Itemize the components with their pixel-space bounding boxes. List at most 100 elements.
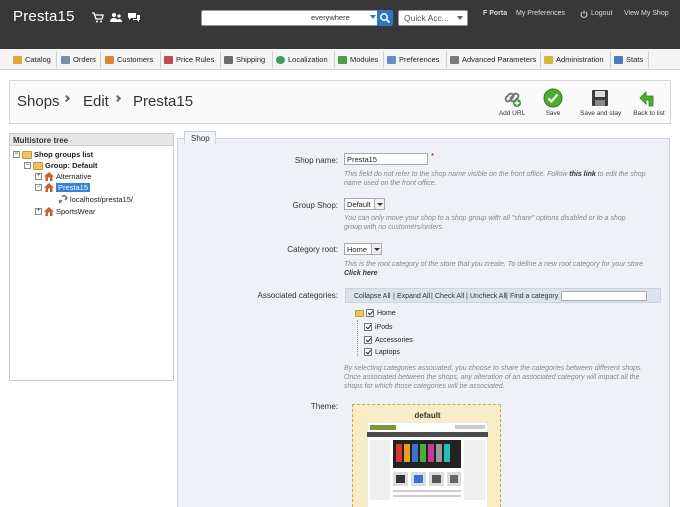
- theme-preview-thumbnail[interactable]: [367, 422, 488, 507]
- save-and-stay-label: Save and stay: [580, 110, 622, 117]
- quick-access-label: Quick Acc...: [404, 13, 449, 23]
- breadcrumb-separator-icon: [113, 94, 122, 103]
- back-to-list-label: Back to list: [633, 110, 665, 117]
- multistore-tree-title: Multistore tree: [10, 134, 173, 146]
- save-and-stay-button[interactable]: Save and stay: [580, 88, 622, 124]
- category-root-label: Category root:: [287, 245, 338, 254]
- tree-node-selected-label: Presta15: [56, 183, 91, 192]
- shop-name-label: Shop name:: [294, 156, 338, 165]
- save-label: Save: [545, 110, 561, 117]
- collapse-all-link[interactable]: Collapse All: [354, 293, 391, 300]
- page-toolbar: Shops Edit Presta15 Add URL Save Save an…: [9, 80, 671, 124]
- shop-house-icon: [44, 183, 54, 192]
- menu-item-advanced-parameters[interactable]: Advanced Parameters: [450, 54, 536, 65]
- shop-fieldset-legend: Shop: [184, 131, 216, 144]
- menu-item-preferences[interactable]: Preferences: [387, 54, 439, 65]
- menu-item-customers[interactable]: Customers: [105, 54, 153, 65]
- messages-icon[interactable]: [128, 12, 140, 23]
- shop-name-hint-link[interactable]: this link: [569, 171, 595, 178]
- save-check-icon: [543, 88, 563, 108]
- breadcrumb-edit[interactable]: Edit: [83, 93, 109, 110]
- associated-categories-label: Associated categories:: [257, 291, 339, 300]
- menu-item-localization[interactable]: Localization: [276, 54, 328, 65]
- tree-node-group-default[interactable]: − Group: Default: [24, 160, 98, 171]
- category-node-accessories[interactable]: Accessories: [364, 335, 413, 345]
- category-root-hint: This is the root category of the store t…: [344, 261, 643, 277]
- find-category-input[interactable]: [561, 291, 647, 301]
- tree-node-shop-presta15[interactable]: − Presta15: [35, 182, 91, 193]
- top-header: Presta15 everywhere Quick Acc... F Porta…: [0, 0, 680, 49]
- shop-name-hint: This field do not refer to the shop name…: [344, 171, 646, 187]
- chevron-down-icon[interactable]: [370, 15, 376, 19]
- breadcrumb-shops[interactable]: Shops: [17, 93, 60, 110]
- theme-label: Theme:: [310, 402, 338, 411]
- check-all-link[interactable]: Check All: [435, 293, 464, 300]
- group-shop-select[interactable]: Default: [344, 198, 385, 210]
- search-input[interactable]: [204, 12, 304, 24]
- stats-icon: [614, 55, 623, 64]
- menu-item-administration[interactable]: Administration: [544, 54, 604, 65]
- add-url-icon: [504, 92, 521, 107]
- back-to-list-button[interactable]: Back to list: [629, 88, 669, 124]
- menu-item-stats[interactable]: Stats: [614, 54, 643, 65]
- my-preferences-link[interactable]: My Preferences: [516, 10, 565, 17]
- expand-icon[interactable]: +: [35, 173, 42, 180]
- cart-icon[interactable]: [92, 12, 104, 23]
- group-shop-hint: You can only move your shop to a shop gr…: [344, 215, 626, 231]
- search-box: everywhere: [201, 10, 393, 26]
- catalog-icon: [13, 55, 22, 64]
- logout-link[interactable]: Logout: [591, 10, 612, 17]
- menu-item-modules[interactable]: Modules: [338, 54, 378, 65]
- shop-house-icon: [44, 207, 54, 216]
- customers-icon: [105, 55, 114, 64]
- page-title: Presta15: [133, 93, 194, 110]
- category-checkbox-accessories[interactable]: [364, 336, 372, 344]
- collapse-icon[interactable]: −: [13, 151, 20, 158]
- save-button[interactable]: Save: [533, 88, 573, 124]
- multistore-tree-panel: Multistore tree − Shop groups list − Gro…: [9, 133, 174, 381]
- shop-name-input[interactable]: Presta15: [344, 153, 428, 165]
- main-menu: Catalog Orders Customers Price Rules Shi…: [0, 49, 680, 70]
- category-checkbox-home[interactable]: [366, 309, 374, 317]
- menu-item-orders[interactable]: Orders: [61, 54, 96, 65]
- tree-node-shop-alternative[interactable]: + Alternative: [35, 171, 91, 182]
- theme-name: default: [414, 411, 441, 420]
- power-icon[interactable]: [580, 10, 588, 18]
- view-my-shop-link[interactable]: View My Shop: [624, 10, 669, 17]
- category-node-laptops[interactable]: Laptops: [364, 347, 400, 357]
- orders-icon: [61, 55, 70, 64]
- brand-name[interactable]: Presta15: [13, 8, 75, 25]
- category-root-hint-link[interactable]: Click here: [344, 270, 377, 277]
- expand-icon[interactable]: +: [35, 208, 42, 215]
- menu-item-catalog[interactable]: Catalog: [13, 54, 51, 65]
- localization-icon: [276, 55, 285, 64]
- chevron-down-icon: [457, 16, 463, 20]
- required-marker: *: [431, 152, 435, 161]
- category-root-select[interactable]: Home: [344, 243, 382, 255]
- tree-node-shop-groups[interactable]: − Shop groups list: [13, 149, 93, 160]
- search-button[interactable]: [377, 10, 393, 26]
- add-url-button[interactable]: Add URL: [492, 88, 532, 124]
- category-node-ipods[interactable]: iPods: [364, 322, 393, 332]
- chevron-down-icon: [371, 244, 381, 254]
- tree-node-shop-sportswear[interactable]: + SportsWear: [35, 206, 95, 217]
- collapse-icon[interactable]: −: [24, 162, 31, 169]
- category-checkbox-laptops[interactable]: [364, 348, 372, 356]
- category-checkbox-ipods[interactable]: [364, 323, 372, 331]
- menu-item-price-rules[interactable]: Price Rules: [164, 54, 214, 65]
- category-node-home[interactable]: Home: [355, 308, 396, 318]
- quick-access-select[interactable]: Quick Acc...: [398, 10, 468, 26]
- folder-icon: [33, 161, 43, 170]
- modules-icon: [338, 55, 347, 64]
- theme-option-default[interactable]: default: [352, 404, 501, 507]
- preferences-icon: [387, 55, 396, 64]
- menu-item-shipping[interactable]: Shipping: [224, 54, 265, 65]
- search-scope-select[interactable]: everywhere: [311, 13, 368, 24]
- tree-node-shop-url[interactable]: localhost/presta15/: [58, 194, 133, 205]
- uncheck-all-link[interactable]: Uncheck All: [470, 293, 507, 300]
- users-icon[interactable]: [110, 12, 122, 23]
- expand-all-link[interactable]: Expand All: [397, 293, 430, 300]
- collapse-icon[interactable]: −: [35, 184, 42, 191]
- shipping-icon: [224, 55, 233, 64]
- advanced-parameters-icon: [450, 55, 459, 64]
